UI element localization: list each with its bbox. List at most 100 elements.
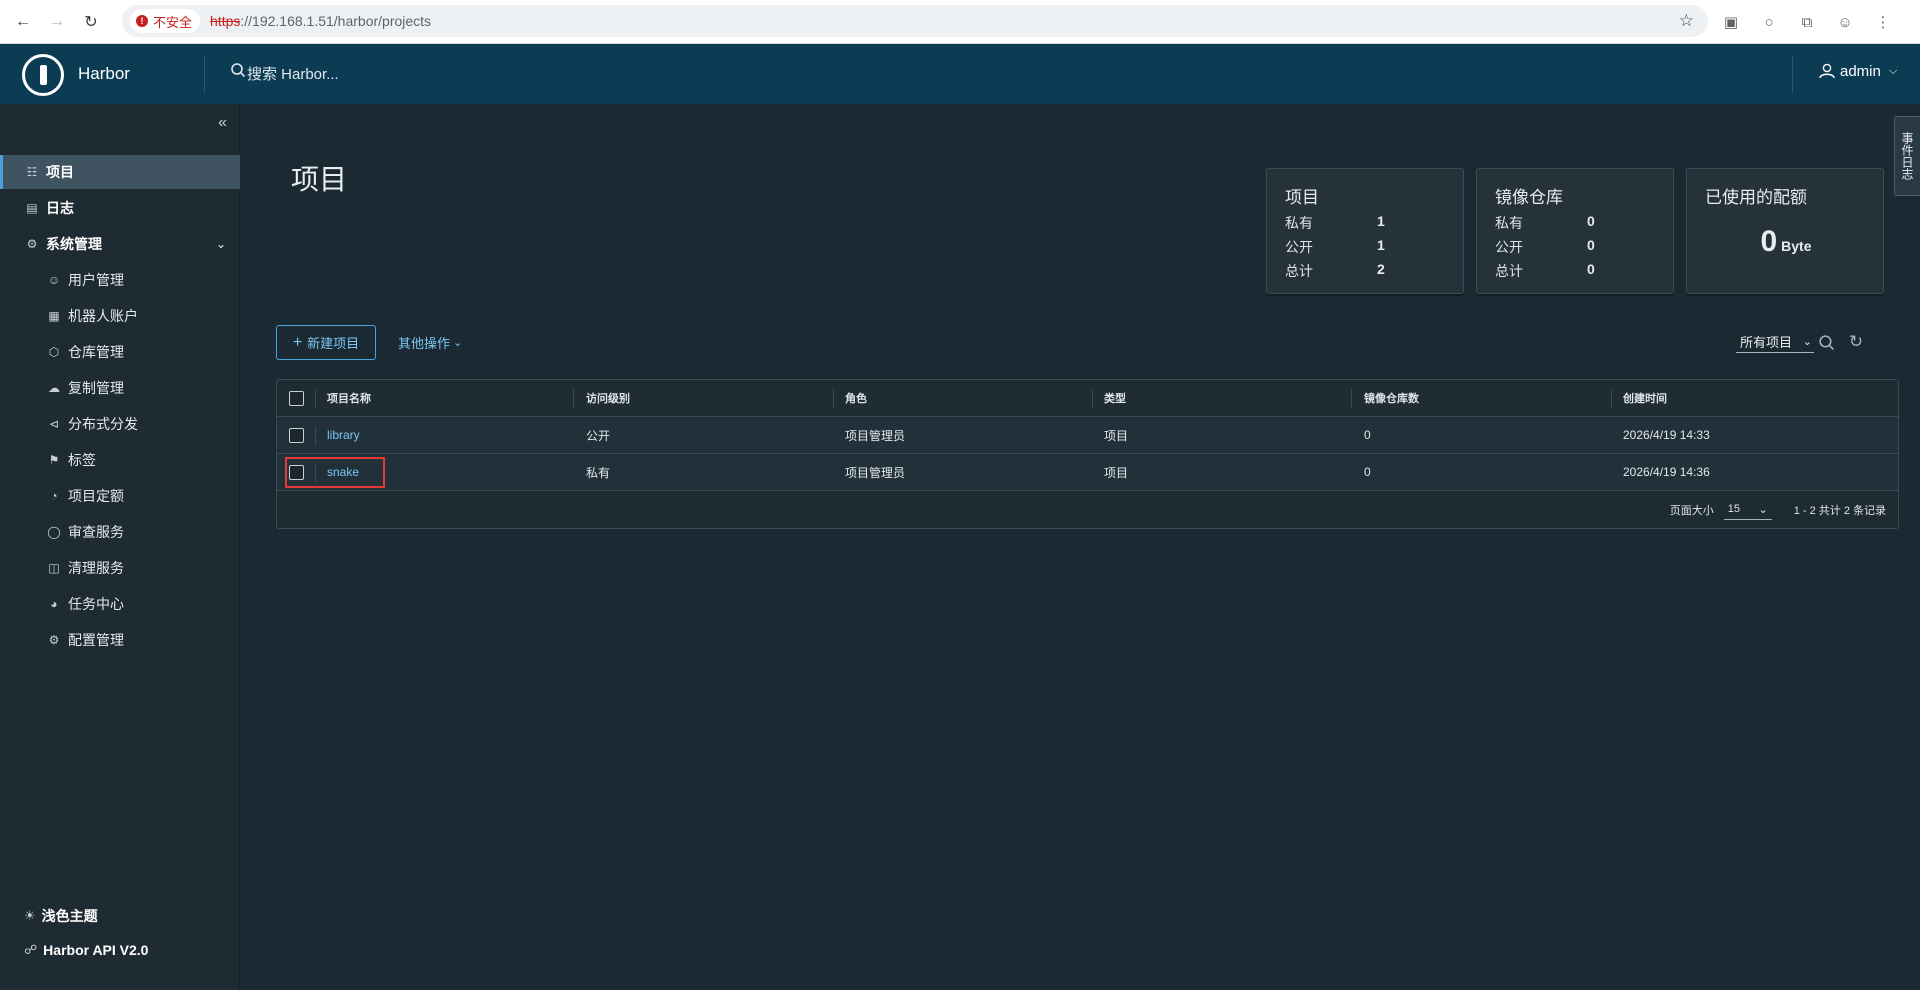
stat-value: 2 <box>1377 261 1385 277</box>
sidebar-item-quotas[interactable]: ◔ 项目定额 <box>0 479 240 513</box>
column-separator[interactable] <box>1351 389 1352 408</box>
sidebar-item-label: 项目定额 <box>68 488 124 504</box>
record-icon[interactable]: ○ <box>1756 9 1782 35</box>
sidebar-item-users[interactable]: ☺ 用户管理 <box>0 263 240 297</box>
tab-counter-icon[interactable]: ▣ <box>1718 9 1744 35</box>
column-header-access[interactable]: 访问级别 <box>586 380 630 416</box>
column-header-name[interactable]: 项目名称 <box>327 380 371 416</box>
search-icon[interactable] <box>1816 332 1836 352</box>
user-menu[interactable]: admin ⌵ <box>1818 62 1897 80</box>
users-icon: ☺ <box>47 273 61 287</box>
sidebar-item-labels[interactable]: ⚑ 标签 <box>0 443 240 477</box>
gear-icon: ⚙ <box>48 633 60 647</box>
sidebar-item-label: 配置管理 <box>68 632 124 648</box>
quota-summary-card: 已使用的配额 0 Byte <box>1686 168 1884 294</box>
quota-number: 0 <box>1760 225 1778 258</box>
chevron-down-icon: ⌄ <box>453 337 463 349</box>
reload-icon[interactable]: ↻ <box>80 11 102 33</box>
url-scheme: https <box>210 13 241 29</box>
theme-toggle[interactable]: ☀ 浅色主题 <box>24 906 98 926</box>
row-checkbox[interactable] <box>289 465 304 480</box>
column-header-created[interactable]: 创建时间 <box>1623 380 1667 416</box>
stat-value: 0 <box>1587 261 1595 277</box>
robot-icon: ▦ <box>48 309 60 323</box>
project-filter-select[interactable]: 所有项目 ⌄ <box>1736 331 1814 353</box>
column-header-type[interactable]: 类型 <box>1104 380 1126 416</box>
profile-icon[interactable]: ☺ <box>1832 9 1858 35</box>
stat-label: 私有 <box>1285 215 1313 231</box>
table-row[interactable]: snake 私有 项目管理员 项目 0 2026/4/19 14:36 <box>277 454 1898 491</box>
sidebar-item-administration[interactable]: ⚙ 系统管理 ⌄ <box>0 227 240 261</box>
sidebar-item-robot-accounts[interactable]: ▦ 机器人账户 <box>0 299 240 333</box>
stat-row-total: 总计 2 <box>1285 261 1445 281</box>
column-separator <box>315 389 316 408</box>
event-log-tab[interactable]: 事件日志 <box>1894 116 1920 196</box>
select-all-checkbox[interactable] <box>289 391 304 406</box>
api-icon: ☍ <box>24 942 38 957</box>
project-name-link[interactable]: library <box>327 417 360 453</box>
other-actions-button[interactable]: 其他操作 ⌄ <box>398 325 462 360</box>
sidebar-item-projects[interactable]: ☷ 项目 <box>0 155 240 189</box>
card-title: 镜像仓库 <box>1495 188 1563 207</box>
security-chip[interactable]: ! 不安全 <box>130 9 201 33</box>
app-title[interactable]: Harbor <box>78 64 130 84</box>
refresh-icon[interactable]: ↻ <box>1846 332 1866 352</box>
sidebar-item-configuration[interactable]: ⚙ 配置管理 <box>0 623 240 657</box>
api-label: Harbor API V2.0 <box>43 942 149 958</box>
logs-icon: ▤ <box>26 201 38 215</box>
sidebar-item-label: 用户管理 <box>68 272 124 288</box>
sidebar-item-registries[interactable]: ⬡ 仓库管理 <box>0 335 240 369</box>
chevron-down-icon: ⌄ <box>1802 336 1812 348</box>
column-separator[interactable] <box>1611 389 1612 408</box>
search-icon <box>231 63 246 78</box>
table-row[interactable]: library 公开 项目管理员 项目 0 2026/4/19 14:33 <box>277 417 1898 454</box>
sidebar-item-distribution[interactable]: ⊲ 分布式分发 <box>0 407 240 441</box>
projects-table: 项目名称 访问级别 角色 类型 镜像仓库数 创建时间 library 公开 项目… <box>276 379 1899 529</box>
trash-icon: ◫ <box>48 561 60 575</box>
sidebar-item-replications[interactable]: ☁ 复制管理 <box>0 371 240 405</box>
new-project-button[interactable]: + 新建项目 <box>276 325 376 360</box>
bookmark-star-icon[interactable]: ☆ <box>1679 11 1694 31</box>
stat-value: 1 <box>1377 237 1385 253</box>
projects-summary-card: 项目 私有 1 公开 1 总计 2 <box>1266 168 1464 294</box>
page-size-select[interactable]: 15 ⌄ <box>1723 500 1772 520</box>
stat-value: 1 <box>1377 213 1385 229</box>
collapse-sidebar-icon[interactable]: « <box>218 114 227 132</box>
address-bar[interactable]: ! 不安全 https://192.168.1.51/harbor/projec… <box>122 5 1708 37</box>
sidebar-item-label: 任务中心 <box>68 596 124 612</box>
stat-row-total: 总计 0 <box>1495 261 1655 281</box>
sidebar-item-job-service[interactable]: ◕ 任务中心 <box>0 587 240 621</box>
user-icon <box>1819 63 1835 79</box>
forward-icon[interactable]: → <box>46 11 68 33</box>
sidebar-item-label: 复制管理 <box>68 380 124 396</box>
stat-value: 0 <box>1587 237 1595 253</box>
header-divider-right <box>1792 56 1793 92</box>
url-text[interactable]: https://192.168.1.51/harbor/projects <box>210 13 431 29</box>
role-cell: 项目管理员 <box>845 428 906 443</box>
global-search-input[interactable] <box>247 62 547 86</box>
project-name-link[interactable]: snake <box>327 454 359 490</box>
column-separator[interactable] <box>1092 389 1093 408</box>
browser-menu-icon[interactable]: ⋮ <box>1870 9 1896 35</box>
sidebar-item-interrogation[interactable]: ◯ 审查服务 <box>0 515 240 549</box>
card-title: 已使用的配额 <box>1705 188 1807 207</box>
column-header-role[interactable]: 角色 <box>845 380 867 416</box>
sidebar-item-label: 标签 <box>68 452 96 468</box>
shield-icon: ◯ <box>47 525 61 539</box>
sidebar-item-label: 审查服务 <box>68 524 124 540</box>
type-cell: 项目 <box>1104 428 1129 443</box>
back-icon[interactable]: ← <box>12 11 34 33</box>
theme-label: 浅色主题 <box>41 908 98 924</box>
column-separator[interactable] <box>573 389 574 408</box>
extensions-puzzle-icon[interactable]: ⧉ <box>1794 9 1820 35</box>
sidebar-item-logs[interactable]: ▤ 日志 <box>0 191 240 225</box>
harbor-logo[interactable] <box>22 54 64 96</box>
tag-icon: ⚑ <box>48 453 60 467</box>
quota-icon: ◔ <box>50 489 58 503</box>
column-header-repo-count[interactable]: 镜像仓库数 <box>1364 380 1419 416</box>
row-checkbox[interactable] <box>289 428 304 443</box>
api-link[interactable]: ☍ Harbor API V2.0 <box>24 942 148 958</box>
page-size-label: 页面大小 <box>1669 504 1714 517</box>
sidebar-item-clean-up[interactable]: ◫ 清理服务 <box>0 551 240 585</box>
column-separator[interactable] <box>833 389 834 408</box>
